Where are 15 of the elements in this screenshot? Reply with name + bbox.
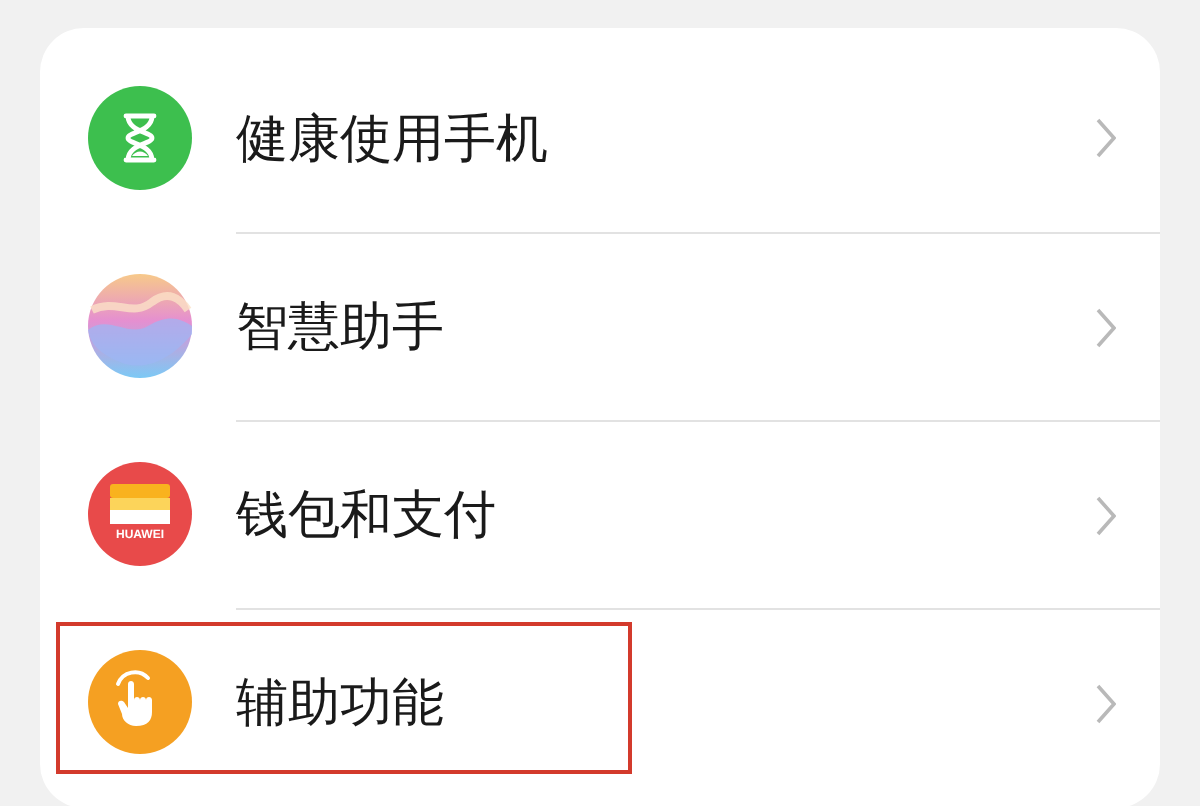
pointing-hand-icon (88, 650, 192, 754)
gradient-orb-icon (88, 274, 192, 378)
hourglass-icon (88, 86, 192, 190)
chevron-right-icon (1096, 495, 1116, 535)
item-label: 智慧助手 (236, 294, 446, 360)
item-label: 辅助功能 (236, 670, 446, 736)
item-label: 钱包和支付 (236, 482, 498, 548)
chevron-right-icon (1096, 307, 1116, 347)
card-stripes-icon (110, 484, 170, 524)
settings-item[interactable]: 辅助功能 (40, 608, 1160, 796)
settings-item[interactable]: 健康使用手机 (40, 44, 1160, 232)
chevron-right-icon (1096, 118, 1116, 158)
settings-item[interactable]: 智慧助手 (40, 232, 1160, 420)
chevron-right-icon (1096, 683, 1116, 723)
item-label: 健康使用手机 (236, 105, 550, 171)
